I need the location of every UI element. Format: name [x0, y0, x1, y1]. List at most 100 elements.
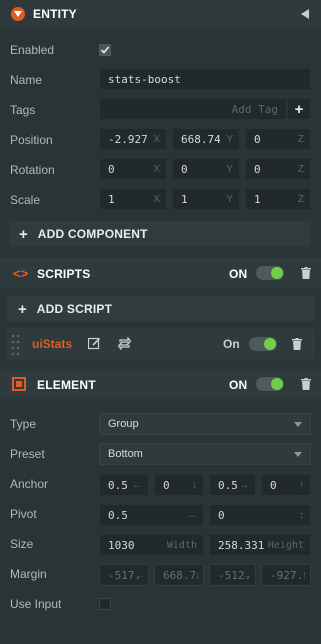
- preset-select[interactable]: Bottom: [99, 443, 311, 465]
- anchor-label: Anchor: [10, 477, 49, 491]
- add-script-button[interactable]: + ADD SCRIPT: [6, 296, 315, 322]
- pivot-y-field[interactable]: 0 ↕: [209, 504, 311, 526]
- add-component-label: ADD COMPONENT: [37, 227, 148, 241]
- name-value: stats-boost: [108, 72, 181, 86]
- tags-label: Tags: [10, 103, 36, 117]
- anchor-bottom-field[interactable]: 0 ↓: [154, 474, 204, 496]
- element-panel-header[interactable]: ELEMENT ON: [0, 369, 321, 399]
- width-value: 1030: [108, 538, 135, 552]
- drag-handle-icon[interactable]: [11, 333, 21, 358]
- axis-y-label: Y: [226, 193, 233, 205]
- enabled-checkbox[interactable]: [99, 44, 111, 56]
- anchor-left-field[interactable]: 0.5 ←: [99, 474, 149, 496]
- width-field[interactable]: 1030 Width: [99, 534, 204, 556]
- plus-icon: +: [294, 100, 304, 118]
- position-x-field[interactable]: -2.927 X: [99, 128, 167, 150]
- height-value: 258.331: [218, 538, 265, 552]
- margin-bottom-field[interactable]: 668.7 ↓: [154, 564, 204, 586]
- element-on-label: ON: [229, 378, 248, 392]
- pivot-x-field[interactable]: 0.5 ↔: [99, 504, 204, 526]
- type-value: Group: [108, 418, 139, 430]
- axis-z-label: Z: [297, 193, 304, 205]
- arrow-horizontal-icon: ↔: [187, 509, 197, 521]
- anchor-right-value: 0.5: [218, 478, 238, 492]
- rotation-z-field[interactable]: 0 Z: [245, 158, 311, 180]
- entity-collapse-icon[interactable]: [11, 7, 25, 21]
- script-on-label: On: [223, 337, 240, 351]
- refresh-icon[interactable]: [117, 336, 132, 353]
- use-input-checkbox[interactable]: [99, 598, 111, 610]
- arrow-up-icon: ↑: [302, 569, 307, 581]
- enabled-label: Enabled: [10, 43, 55, 57]
- axis-x-label: X: [153, 193, 160, 205]
- element-icon: [12, 377, 26, 391]
- type-select[interactable]: Group: [99, 413, 311, 435]
- add-script-label: ADD SCRIPT: [36, 302, 113, 316]
- arrow-left-icon: ←: [135, 569, 145, 581]
- margin-right-field[interactable]: -512. →: [209, 564, 256, 586]
- collapse-arrow-icon[interactable]: [301, 8, 309, 22]
- tags-input[interactable]: Add Tag: [99, 98, 287, 120]
- anchor-left-value: 0.5: [108, 478, 128, 492]
- arrow-down-icon: ↓: [195, 569, 200, 581]
- code-icon: <>: [13, 266, 29, 281]
- rotation-z-value: 0: [254, 162, 261, 176]
- element-trash-icon[interactable]: [301, 378, 311, 390]
- scripts-title: SCRIPTS: [37, 267, 91, 281]
- arrow-down-icon: ↓: [192, 479, 197, 491]
- element-title: ELEMENT: [37, 378, 96, 392]
- scripts-panel-header[interactable]: <> SCRIPTS ON: [0, 258, 321, 288]
- arrow-right-icon: →: [242, 569, 252, 581]
- scale-x-field[interactable]: 1 X: [99, 188, 167, 210]
- width-suffix: Width: [166, 539, 197, 551]
- position-z-value: 0: [254, 132, 261, 146]
- add-component-button[interactable]: + ADD COMPONENT: [9, 221, 311, 247]
- margin-top-field[interactable]: -927. ↑: [261, 564, 311, 586]
- script-name[interactable]: uiStats: [32, 337, 72, 351]
- type-label: Type: [10, 417, 37, 431]
- rotation-x-field[interactable]: 0 X: [99, 158, 167, 180]
- scale-y-value: 1: [181, 192, 188, 206]
- pivot-label: Pivot: [10, 507, 37, 521]
- scripts-toggle[interactable]: [256, 266, 284, 280]
- script-toggle[interactable]: [249, 337, 277, 351]
- scripts-on-label: ON: [229, 267, 248, 281]
- scale-x-value: 1: [108, 192, 115, 206]
- add-tag-button[interactable]: +: [287, 98, 311, 120]
- pivot-y-value: 0: [218, 508, 225, 522]
- arrow-left-icon: ←: [132, 479, 142, 491]
- anchor-top-value: 0: [270, 478, 277, 492]
- size-label: Size: [10, 537, 34, 551]
- name-label: Name: [10, 73, 43, 87]
- position-label: Position: [10, 133, 53, 147]
- anchor-bottom-value: 0: [163, 478, 170, 492]
- position-z-field[interactable]: 0 Z: [245, 128, 311, 150]
- chevron-down-icon: [294, 422, 302, 427]
- element-toggle[interactable]: [256, 377, 284, 391]
- axis-z-label: Z: [297, 163, 304, 175]
- entity-panel-header[interactable]: ENTITY: [0, 0, 321, 28]
- margin-left-field[interactable]: -517. ←: [99, 564, 149, 586]
- axis-z-label: Z: [297, 133, 304, 145]
- scale-label: Scale: [10, 193, 41, 207]
- anchor-right-field[interactable]: 0.5 →: [209, 474, 256, 496]
- scale-z-field[interactable]: 1 Z: [245, 188, 311, 210]
- position-y-field[interactable]: 668.74 Y: [172, 128, 240, 150]
- position-y-value: 668.74: [181, 132, 221, 146]
- scale-z-value: 1: [254, 192, 261, 206]
- height-field[interactable]: 258.331 Height: [209, 534, 311, 556]
- edit-icon[interactable]: [87, 337, 101, 353]
- preset-label: Preset: [10, 447, 45, 461]
- rotation-x-value: 0: [108, 162, 115, 176]
- anchor-top-field[interactable]: 0 ↑: [261, 474, 311, 496]
- scripts-trash-icon[interactable]: [301, 267, 311, 279]
- script-item-uistats: uiStats On: [6, 328, 315, 360]
- rotation-y-field[interactable]: 0 Y: [172, 158, 240, 180]
- margin-top-value: -927.: [270, 568, 304, 582]
- scale-y-field[interactable]: 1 Y: [172, 188, 240, 210]
- use-input-label: Use Input: [10, 597, 62, 611]
- name-field[interactable]: stats-boost: [99, 68, 311, 90]
- script-trash-icon[interactable]: [292, 338, 302, 350]
- rotation-y-value: 0: [181, 162, 188, 176]
- height-suffix: Height: [267, 539, 304, 551]
